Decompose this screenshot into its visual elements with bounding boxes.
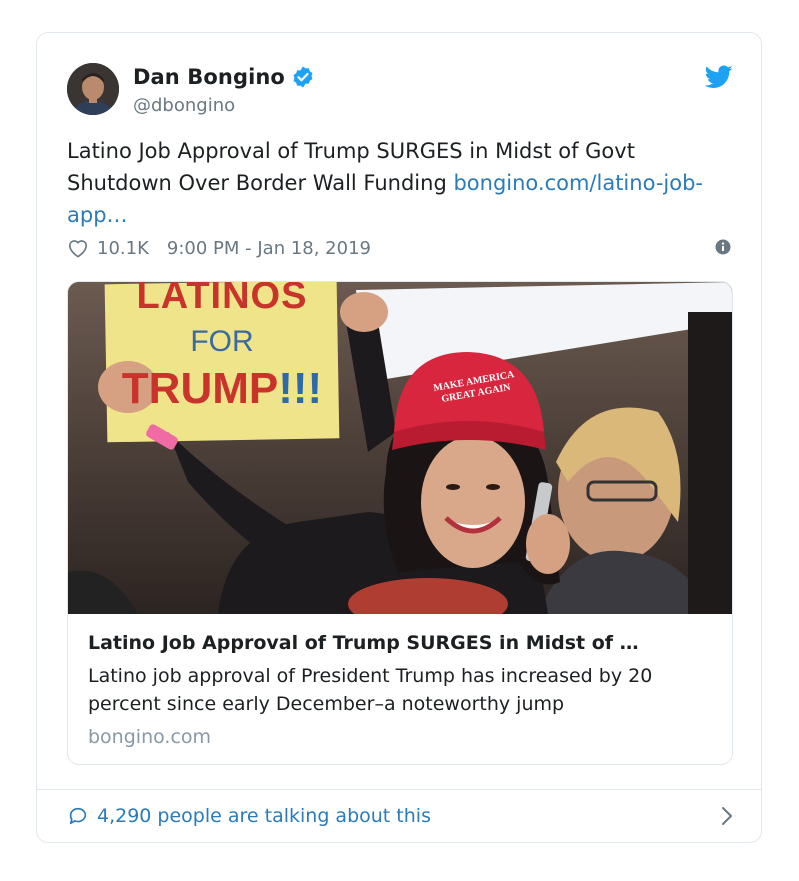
info-icon[interactable] (715, 239, 731, 255)
sign-line-3-row: TRUMP!!! (106, 364, 338, 414)
author-name-row[interactable]: Dan Bongino (133, 65, 315, 89)
tweet-header: Dan Bongino @dbongino (67, 61, 733, 117)
avatar[interactable] (67, 63, 119, 115)
tweet-meta: 10.1K 9:00 PM - Jan 18, 2019 (67, 235, 733, 261)
heart-icon[interactable] (67, 238, 89, 258)
card-title[interactable]: Latino Job Approval of Trump SURGES in M… (88, 630, 714, 656)
speech-bubble-icon (67, 805, 89, 827)
tweet-timestamp[interactable]: 9:00 PM - Jan 18, 2019 (167, 238, 371, 259)
sign-text: LATINOS FOR TRUMP!!! (106, 282, 338, 414)
author-handle[interactable]: @dbongino (133, 95, 235, 116)
sign-line-2: FOR (190, 325, 254, 358)
avatar-image (67, 63, 119, 115)
card-image[interactable]: LATINOS FOR TRUMP!!! MAKE AMERICA GREAT … (68, 282, 732, 614)
link-card[interactable]: LATINOS FOR TRUMP!!! MAKE AMERICA GREAT … (67, 281, 733, 765)
sign-line-3: TRUMP (121, 364, 279, 413)
card-description: Latino job approval of President Trump h… (88, 665, 653, 715)
author-name[interactable]: Dan Bongino (133, 65, 285, 89)
verified-badge-icon (291, 65, 315, 89)
conversation-label[interactable]: 4,290 people are talking about this (97, 805, 431, 827)
like-count[interactable]: 10.1K (97, 238, 149, 259)
sign-line-1: LATINOS (136, 282, 308, 317)
footer-divider (37, 789, 761, 790)
chevron-right-icon[interactable] (721, 806, 733, 826)
card-body[interactable]: Latino Job Approval of Trump SURGES in M… (88, 630, 714, 750)
twitter-bird-icon[interactable] (704, 65, 733, 89)
tweet-text: Latino Job Approval of Trump SURGES in M… (67, 135, 737, 231)
conversation-footer[interactable]: 4,290 people are talking about this (67, 799, 733, 833)
tweet-embed: Dan Bongino @dbongino Latino Job Approva… (36, 32, 762, 843)
card-domain: bongino.com (88, 726, 212, 748)
sign-line-3-suffix: !!! (278, 364, 323, 413)
